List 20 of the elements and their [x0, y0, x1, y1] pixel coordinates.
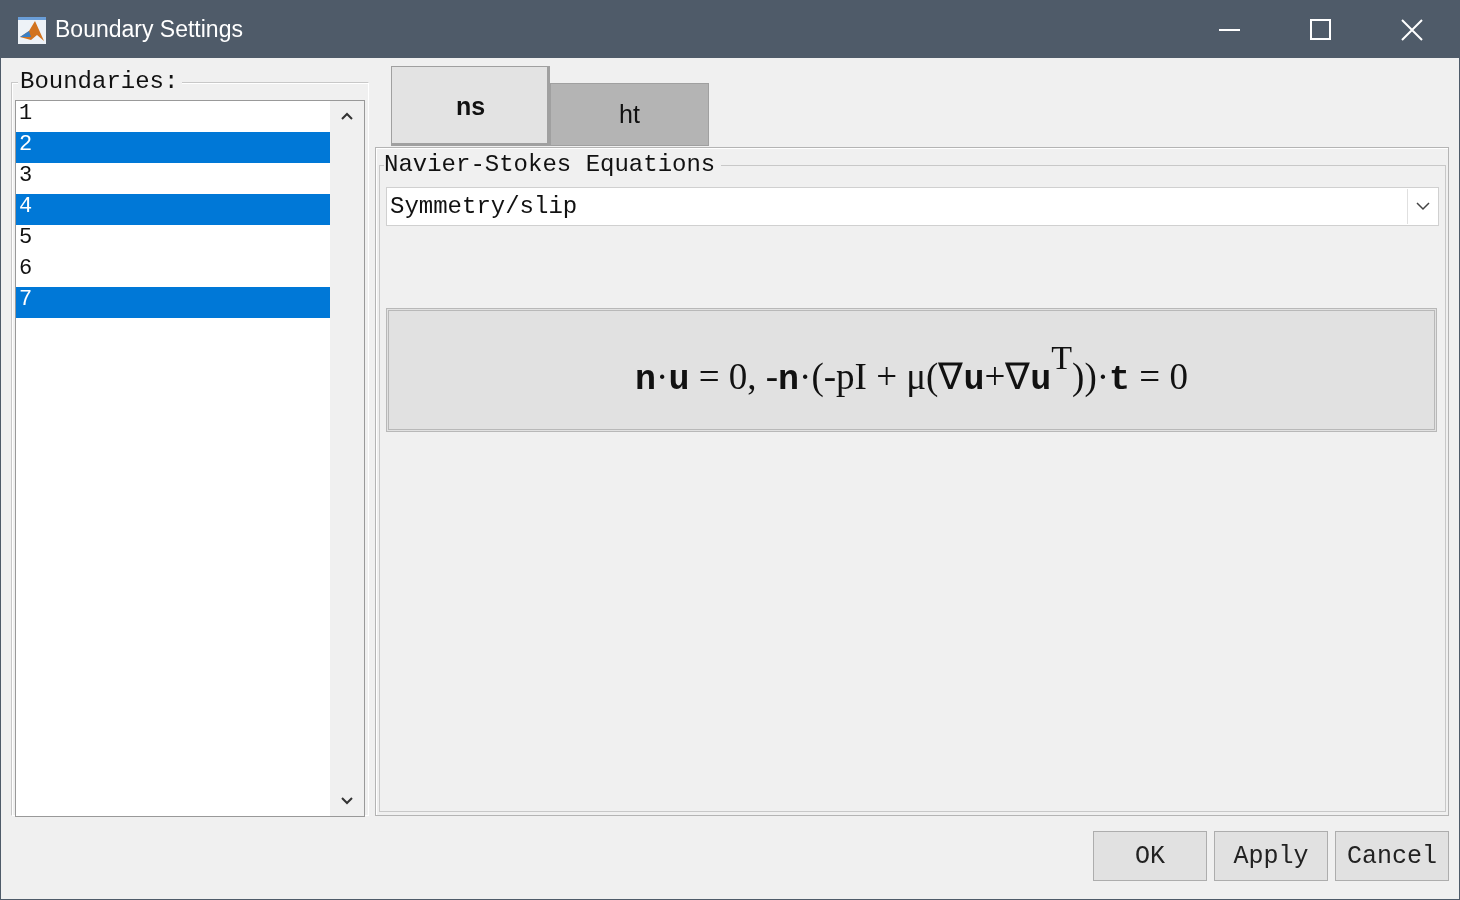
chevron-down-icon [1416, 202, 1430, 211]
boundary-item[interactable]: 7 [16, 287, 330, 318]
tab[interactable]: ht [550, 83, 709, 146]
app-logo-icon [17, 14, 47, 45]
cancel-button[interactable]: Cancel [1335, 831, 1449, 881]
boundary-item[interactable]: 4 [16, 194, 330, 225]
ok-button[interactable]: OK [1093, 831, 1207, 881]
scrollbar[interactable] [330, 101, 364, 816]
group-title: Navier-Stokes Equations [384, 152, 722, 178]
tab[interactable]: ns [391, 66, 550, 146]
boundary-item[interactable]: 2 [16, 132, 330, 163]
scroll-down-icon[interactable] [340, 796, 354, 806]
boundary-item[interactable]: 6 [16, 256, 330, 287]
window-title: Boundary Settings [55, 16, 243, 43]
boundary-item[interactable]: 5 [16, 225, 330, 256]
boundary-item[interactable]: 3 [16, 163, 330, 194]
apply-button[interactable]: Apply [1214, 831, 1328, 881]
condition-dropdown[interactable]: Symmetry/slip [386, 187, 1439, 226]
boundary-item[interactable]: 1 [16, 101, 330, 132]
scroll-up-icon[interactable] [340, 111, 354, 121]
